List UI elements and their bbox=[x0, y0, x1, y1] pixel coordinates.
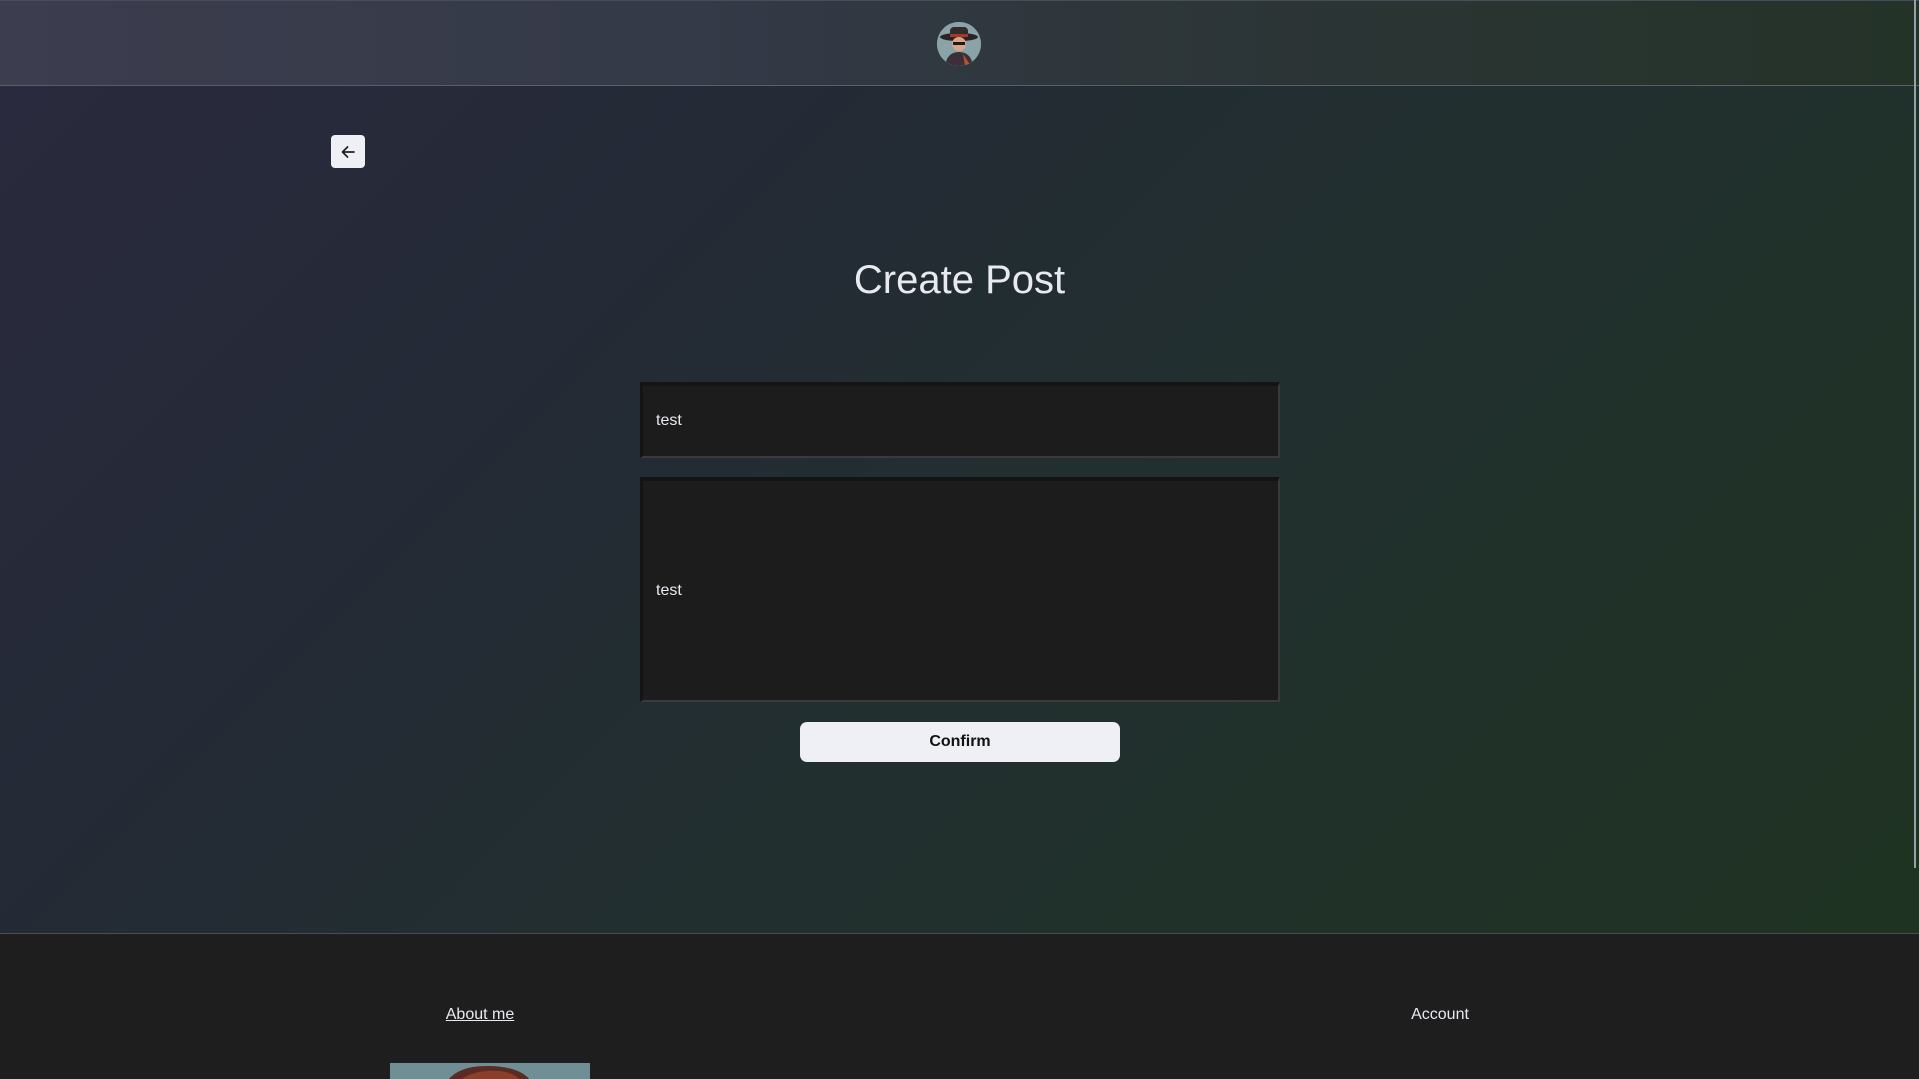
confirm-button[interactable]: Confirm bbox=[800, 722, 1120, 762]
post-title-input[interactable] bbox=[640, 382, 1280, 458]
page-background bbox=[0, 0, 1919, 933]
site-header bbox=[0, 0, 1919, 86]
scrollbar[interactable] bbox=[1914, 0, 1916, 868]
site-footer: About me Account bbox=[0, 933, 1919, 1079]
arrow-left-icon bbox=[341, 145, 355, 158]
page-title: Create Post bbox=[853, 258, 1066, 302]
post-body-text: test bbox=[656, 581, 682, 599]
back-button[interactable] bbox=[331, 135, 365, 168]
about-me-image bbox=[390, 1063, 590, 1079]
user-avatar-icon[interactable] bbox=[937, 22, 981, 66]
about-me-link[interactable]: About me bbox=[380, 1006, 580, 1024]
footer-account-heading: Account bbox=[1411, 1006, 1469, 1023]
post-body-textarea[interactable]: test bbox=[640, 477, 1280, 702]
